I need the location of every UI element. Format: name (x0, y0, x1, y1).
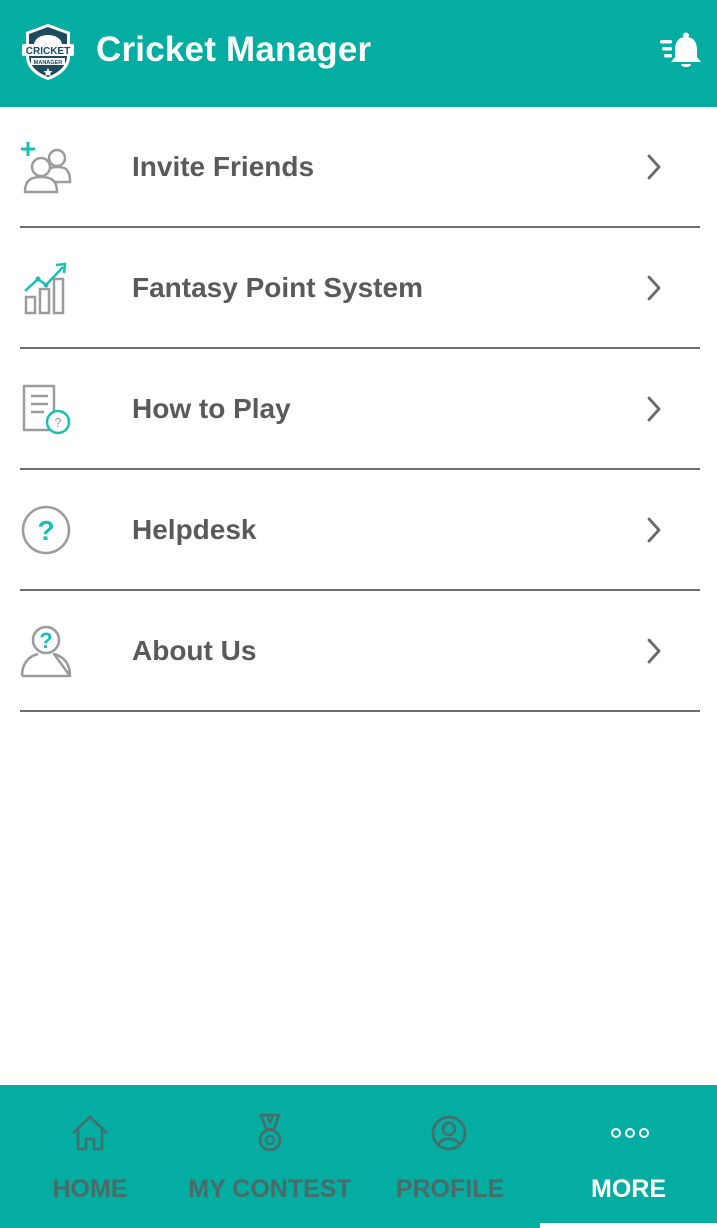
app-title: Cricket Manager (96, 30, 372, 69)
question-circle-icon: ? (21, 505, 71, 555)
menu-item-fantasy-point-system[interactable]: Fantasy Point System (0, 228, 717, 349)
chevron-right-icon (647, 396, 661, 422)
home-icon (72, 1115, 108, 1151)
nav-tab-more[interactable]: MORE (540, 1085, 717, 1228)
nav-tab-label: MY CONTEST (188, 1175, 352, 1203)
app-screen: CRICKET MANAGER Cricket Manager Invite F… (0, 0, 717, 1228)
svg-text:MANAGER: MANAGER (34, 60, 62, 66)
nav-tab-label: MORE (591, 1175, 666, 1203)
svg-text:?: ? (39, 628, 52, 653)
bottom-navigation: HOME MY CONTEST PROFILE MORE (0, 1085, 717, 1228)
menu-item-helpdesk[interactable]: ? Helpdesk (0, 470, 717, 591)
growth-chart-icon (24, 262, 67, 315)
medal-icon (258, 1113, 282, 1152)
nav-tab-label: PROFILE (395, 1175, 505, 1203)
menu-item-label: Invite Friends (132, 151, 315, 182)
user-circle-icon (431, 1115, 467, 1151)
chevron-right-icon (647, 638, 661, 664)
more-menu-list: Invite Friends Fantasy Point System ? Ho… (0, 107, 717, 712)
app-header: CRICKET MANAGER Cricket Manager (0, 0, 717, 107)
svg-text:CRICKET: CRICKET (26, 46, 70, 57)
more-dots-icon (611, 1128, 649, 1138)
chevron-right-icon (647, 517, 661, 543)
add-users-icon (21, 142, 72, 194)
nav-tab-profile[interactable]: PROFILE (360, 1085, 540, 1228)
active-tab-indicator (540, 1223, 717, 1228)
menu-item-about-us[interactable]: ? About Us (0, 591, 717, 712)
user-question-icon: ? (20, 625, 72, 678)
nav-tab-label: HOME (52, 1175, 128, 1203)
menu-item-label: Helpdesk (132, 514, 257, 545)
menu-item-how-to-play[interactable]: ? How to Play (0, 349, 717, 470)
menu-item-invite-friends[interactable]: Invite Friends (0, 107, 717, 228)
document-question-icon: ? (22, 384, 71, 435)
svg-text:?: ? (54, 415, 61, 430)
notification-bell-icon[interactable] (660, 32, 702, 70)
menu-item-label: About Us (132, 635, 257, 666)
menu-item-label: Fantasy Point System (132, 272, 423, 303)
nav-tab-my-contest[interactable]: MY CONTEST (180, 1085, 360, 1228)
cricket-manager-logo: CRICKET MANAGER (22, 24, 74, 80)
menu-item-label: How to Play (132, 393, 291, 424)
nav-tab-home[interactable]: HOME (0, 1085, 180, 1228)
menu-divider (20, 710, 700, 712)
svg-text:?: ? (37, 515, 54, 546)
chevron-right-icon (647, 154, 661, 180)
chevron-right-icon (647, 275, 661, 301)
